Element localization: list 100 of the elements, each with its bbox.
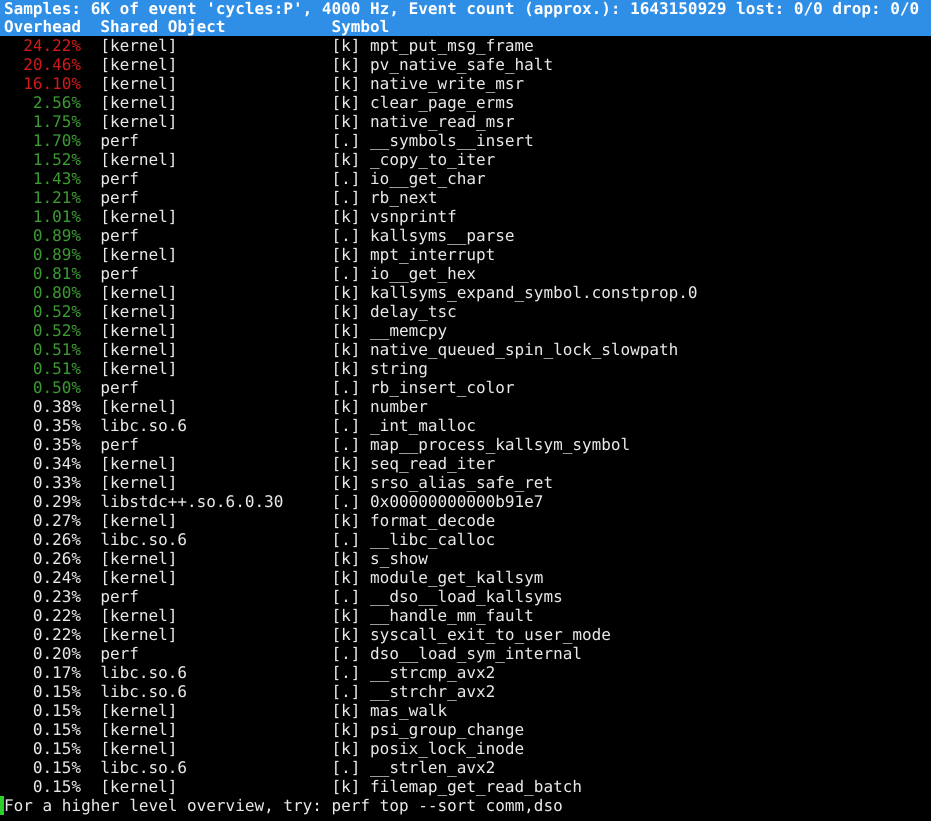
symbol-cell: [.] __dso__load_kallsyms <box>332 587 563 606</box>
symbol-cell: [.] __strcmp_avx2 <box>332 663 496 682</box>
overhead-cell: 0.20% <box>32 644 82 663</box>
symbol-cell: [k] mpt_interrupt <box>332 245 496 264</box>
symbol-cell: [k] mas_walk <box>332 701 448 720</box>
overhead-cell: 0.17% <box>32 663 82 682</box>
column-header: Symbol <box>332 18 390 36</box>
overhead-cell: 0.22% <box>32 625 82 644</box>
overhead-cell: 0.34% <box>32 454 82 473</box>
overhead-cell: 0.26% <box>32 530 82 549</box>
shared-object-cell: [kernel] <box>100 397 178 416</box>
overhead-cell: 0.33% <box>32 473 82 492</box>
shared-object-cell: perf <box>100 226 139 245</box>
text-cursor <box>0 796 4 815</box>
overhead-cell: 1.21% <box>32 188 82 207</box>
overhead-cell: 0.29% <box>32 492 82 511</box>
shared-object-cell: [kernel] <box>100 207 178 226</box>
symbol-cell: [.] io__get_hex <box>332 264 476 283</box>
overhead-cell: 0.80% <box>32 283 82 302</box>
overhead-cell: 16.10% <box>23 74 82 93</box>
symbol-cell: [k] _copy_to_iter <box>332 150 496 169</box>
shared-object-cell: [kernel] <box>100 321 178 340</box>
shared-object-cell: libc.so.6 <box>100 663 188 682</box>
symbol-cell: [k] module_get_kallsym <box>332 568 544 587</box>
shared-object-cell: [kernel] <box>100 606 178 625</box>
shared-object-cell: [kernel] <box>100 549 178 568</box>
symbol-cell: [k] native_read_msr <box>332 112 515 131</box>
symbol-cell: [k] pv_native_safe_halt <box>332 55 554 74</box>
symbol-cell: [k] delay_tsc <box>332 302 457 321</box>
overhead-cell: 0.35% <box>32 435 82 454</box>
overhead-cell: 0.23% <box>32 587 82 606</box>
overhead-cell: 0.38% <box>32 397 82 416</box>
overhead-cell: 2.56% <box>32 93 82 112</box>
symbol-cell: [.] __strchr_avx2 <box>332 682 496 701</box>
shared-object-cell: [kernel] <box>100 74 178 93</box>
overhead-cell: 0.15% <box>32 739 82 758</box>
symbol-cell: [.] kallsyms__parse <box>332 226 515 245</box>
shared-object-cell: [kernel] <box>100 302 178 321</box>
symbol-cell: [k] number <box>332 397 428 416</box>
overhead-cell: 24.22% <box>23 36 82 55</box>
overhead-cell: 0.35% <box>32 416 82 435</box>
overhead-cell: 0.52% <box>32 321 82 340</box>
shared-object-cell: [kernel] <box>100 739 178 758</box>
symbol-cell: [k] srso_alias_safe_ret <box>332 473 554 492</box>
symbol-cell: [k] syscall_exit_to_user_mode <box>332 625 611 644</box>
symbol-cell: [k] filemap_get_read_batch <box>332 777 582 796</box>
overhead-cell: 0.26% <box>32 549 82 568</box>
overhead-cell: 0.51% <box>32 359 82 378</box>
symbol-cell: [k] posix_lock_inode <box>332 739 524 758</box>
symbol-cell: [.] __libc_calloc <box>332 530 496 549</box>
symbol-cell: [k] clear_page_erms <box>332 93 515 112</box>
shared-object-cell: perf <box>100 644 139 663</box>
symbol-cell: [.] rb_insert_color <box>332 378 515 397</box>
overhead-cell: 0.15% <box>32 777 82 796</box>
shared-object-cell: [kernel] <box>100 454 178 473</box>
shared-object-cell: libc.so.6 <box>100 530 188 549</box>
symbol-cell: [k] vsnprintf <box>332 207 457 226</box>
symbol-cell: [k] mpt_put_msg_frame <box>332 36 534 55</box>
overhead-cell: 0.24% <box>32 568 82 587</box>
symbol-cell: [.] 0x00000000000b91e7 <box>332 492 544 511</box>
shared-object-cell: [kernel] <box>100 150 178 169</box>
overhead-cell: 0.89% <box>32 226 82 245</box>
shared-object-cell: perf <box>100 131 139 150</box>
shared-object-cell: perf <box>100 169 139 188</box>
overhead-cell: 0.51% <box>32 340 82 359</box>
shared-object-cell: libstdc++.so.6.0.30 <box>100 492 284 511</box>
overhead-cell: 1.52% <box>32 150 82 169</box>
overhead-cell: 0.27% <box>32 511 82 530</box>
symbol-cell: [.] dso__load_sym_internal <box>332 644 582 663</box>
shared-object-cell: [kernel] <box>100 283 178 302</box>
shared-object-cell: [kernel] <box>100 36 178 55</box>
symbol-cell: [.] map__process_kallsym_symbol <box>332 435 630 454</box>
shared-object-cell: perf <box>100 435 139 454</box>
overhead-cell: 1.75% <box>32 112 82 131</box>
hint-line: For a higher level overview, try: perf top --sort comm,dso <box>4 796 563 815</box>
symbol-cell: [k] native_queued_spin_lock_slowpath <box>332 340 678 359</box>
overhead-cell: 0.52% <box>32 302 82 321</box>
overhead-cell: 0.15% <box>32 720 82 739</box>
shared-object-cell: [kernel] <box>100 245 178 264</box>
shared-object-cell: [kernel] <box>100 55 178 74</box>
overhead-cell: 0.15% <box>32 682 82 701</box>
shared-object-cell: [kernel] <box>100 720 178 739</box>
shared-object-cell: [kernel] <box>100 625 178 644</box>
shared-object-cell: libc.so.6 <box>100 758 188 777</box>
overhead-cell: 1.70% <box>32 131 82 150</box>
symbol-cell: [k] __memcpy <box>332 321 448 340</box>
shared-object-cell: perf <box>100 264 139 283</box>
shared-object-cell: [kernel] <box>100 340 178 359</box>
overhead-cell: 0.81% <box>32 264 82 283</box>
symbol-cell: [k] psi_group_change <box>332 720 524 739</box>
overhead-cell: 0.15% <box>32 758 82 777</box>
shared-object-cell: perf <box>100 378 139 397</box>
symbol-cell: [k] native_write_msr <box>332 74 524 93</box>
symbol-cell: [k] seq_read_iter <box>332 454 496 473</box>
shared-object-cell: [kernel] <box>100 359 178 378</box>
overhead-cell: 0.15% <box>32 701 82 720</box>
shared-object-cell: perf <box>100 188 139 207</box>
overhead-cell: 0.22% <box>32 606 82 625</box>
symbol-cell: [.] _int_malloc <box>332 416 476 435</box>
shared-object-cell: [kernel] <box>100 777 178 796</box>
